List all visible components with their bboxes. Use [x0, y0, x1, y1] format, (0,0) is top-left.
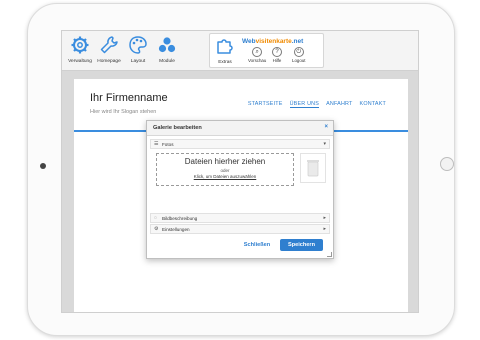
- chevron-down-icon: ▾: [323, 141, 326, 147]
- list-icon: ☰: [154, 141, 159, 147]
- editor-toolbar: Verwaltung Homepage Layout Module Extras…: [62, 31, 418, 71]
- section-label: Bildbeschreibung: [162, 216, 198, 221]
- tool-label: Logout: [292, 58, 306, 63]
- brand-logo: Webvisitenkarte.net: [242, 38, 304, 45]
- nav-item-ueber-uns[interactable]: ÜBER UNS: [289, 101, 320, 108]
- help-icon: ?: [272, 47, 282, 57]
- gear-icon: ⚙: [154, 226, 159, 232]
- brand-panel: Extras Webvisitenkarte.net ⌕ Vorschau ? …: [209, 33, 324, 68]
- file-drop-zone[interactable]: Dateien hierher ziehen oder Klick, um Da…: [156, 153, 294, 186]
- wrench-icon: [100, 36, 118, 54]
- tool-label: Homepage: [97, 59, 121, 64]
- section-label: Fotos: [162, 142, 174, 147]
- chevron-right-icon: ▸: [323, 215, 326, 221]
- save-button[interactable]: Speichern: [280, 239, 323, 251]
- select-files-link[interactable]: Klick, um Dateien auszuwählen: [157, 174, 293, 179]
- tool-label: Verwaltung: [68, 59, 92, 64]
- nav-item-anfahrt[interactable]: ANFAHRT: [326, 101, 352, 108]
- nav-item-kontakt[interactable]: KONTAKT: [360, 101, 386, 108]
- tool-label: Module: [159, 59, 175, 64]
- tool-module[interactable]: Module: [153, 33, 181, 67]
- tablet-home-button[interactable]: [440, 157, 454, 171]
- tool-label: Hilfe: [272, 58, 282, 63]
- palette-icon: [129, 36, 147, 54]
- tool-extras[interactable]: Extras: [210, 34, 240, 68]
- nav-item-startseite[interactable]: STARTSEITE: [248, 101, 283, 108]
- tool-homepage[interactable]: Homepage: [94, 33, 124, 67]
- modules-icon: [158, 37, 176, 53]
- puzzle-icon: [217, 39, 233, 54]
- site-title[interactable]: Ihr Firmenname: [90, 92, 168, 104]
- tool-layout[interactable]: Layout: [124, 33, 152, 67]
- tool-label: Layout: [130, 59, 146, 64]
- tool-label: Vorschau: [248, 58, 267, 63]
- site-nav: STARTSEITE ÜBER UNS ANFAHRT KONTAKT: [248, 101, 386, 108]
- tablet-camera: [40, 163, 46, 169]
- section-einstellungen[interactable]: ⚙ Einstellungen ▸: [150, 224, 330, 234]
- site-slogan[interactable]: Hier wird Ihr Slogan stehen: [90, 109, 156, 115]
- section-fotos[interactable]: ☰ Fotos ▾: [150, 139, 330, 149]
- tool-verwaltung[interactable]: Verwaltung: [66, 33, 94, 67]
- tool-vorschau[interactable]: ⌕ Vorschau: [248, 47, 266, 63]
- gallery-dialog: Galerie bearbeiten × ☰ Fotos ▾ Dateien h…: [146, 120, 334, 259]
- trash-icon: [307, 160, 319, 177]
- section-label: Einstellungen: [162, 227, 190, 232]
- tool-hilfe[interactable]: ? Hilfe: [272, 47, 282, 63]
- tablet-screen: Verwaltung Homepage Layout Module Extras…: [61, 30, 419, 313]
- resize-handle[interactable]: [327, 252, 332, 257]
- photo-thumbnail[interactable]: [300, 153, 326, 183]
- drop-title: Dateien hierher ziehen: [184, 157, 266, 166]
- drop-or: oder: [220, 168, 230, 173]
- dialog-title: Galerie bearbeiten: [153, 125, 202, 131]
- comment-icon: ◌: [154, 215, 157, 221]
- section-bildbeschreibung[interactable]: ◌ Bildbeschreibung ▸: [150, 213, 330, 223]
- tool-logout[interactable]: ⏻ Logout: [292, 47, 305, 63]
- dialog-close-button[interactable]: ×: [324, 124, 328, 130]
- tool-label: Extras: [218, 60, 232, 65]
- chevron-right-icon: ▸: [323, 226, 326, 232]
- close-button[interactable]: Schließen: [239, 239, 275, 251]
- power-icon: ⏻: [293, 47, 304, 57]
- dialog-header: Galerie bearbeiten ×: [147, 121, 333, 136]
- preview-icon: ⌕: [252, 47, 263, 57]
- gear-icon: [71, 36, 89, 54]
